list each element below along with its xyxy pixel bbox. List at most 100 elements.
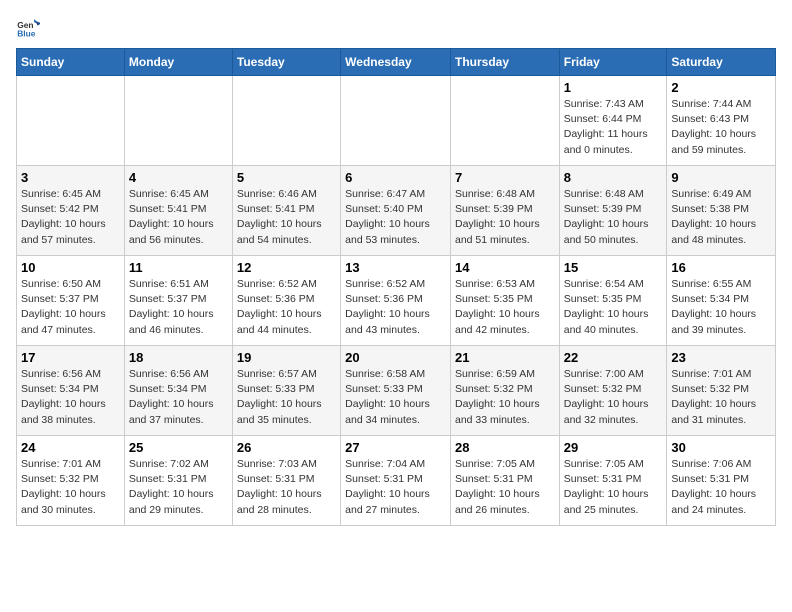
day-number: 6: [345, 170, 446, 185]
day-number: 16: [671, 260, 771, 275]
day-info: Sunrise: 7:43 AM Sunset: 6:44 PM Dayligh…: [564, 97, 663, 158]
day-number: 11: [129, 260, 228, 275]
day-info: Sunrise: 6:46 AM Sunset: 5:41 PM Dayligh…: [237, 187, 336, 248]
day-info: Sunrise: 6:55 AM Sunset: 5:34 PM Dayligh…: [671, 277, 771, 338]
day-number: 7: [455, 170, 555, 185]
week-row-2: 3 Sunrise: 6:45 AM Sunset: 5:42 PM Daylig…: [17, 166, 776, 256]
day-info: Sunrise: 6:47 AM Sunset: 5:40 PM Dayligh…: [345, 187, 446, 248]
day-cell: 23Sunrise: 7:01 AM Sunset: 5:32 PM Dayli…: [667, 346, 776, 436]
day-cell: 4 Sunrise: 6:45 AM Sunset: 5:41 PM Daylig…: [124, 166, 232, 256]
day-number: 3: [21, 170, 120, 185]
svg-text:Blue: Blue: [17, 28, 36, 38]
day-info: Sunrise: 7:05 AM Sunset: 5:31 PM Dayligh…: [564, 457, 663, 518]
day-cell: [124, 76, 232, 166]
day-cell: 3 Sunrise: 6:45 AM Sunset: 5:42 PM Daylig…: [17, 166, 125, 256]
weekday-row: SundayMondayTuesdayWednesdayThursdayFrid…: [17, 49, 776, 76]
day-cell: 2 Sunrise: 7:44 AM Sunset: 6:43 PM Daylig…: [667, 76, 776, 166]
day-cell: 28 Sunrise: 7:05 AM Sunset: 5:31 PM Dayli…: [450, 436, 559, 526]
day-cell: 6 Sunrise: 6:47 AM Sunset: 5:40 PM Daylig…: [341, 166, 451, 256]
day-info: Sunrise: 6:57 AM Sunset: 5:33 PM Dayligh…: [237, 367, 336, 428]
day-number: 13: [345, 260, 446, 275]
day-number: 4: [129, 170, 228, 185]
day-cell: 18 Sunrise: 6:56 AM Sunset: 5:34 PM Dayli…: [124, 346, 232, 436]
weekday-tuesday: Tuesday: [232, 49, 340, 76]
day-number: 26: [237, 440, 336, 455]
day-number: 1: [564, 80, 663, 95]
day-cell: 13 Sunrise: 6:52 AM Sunset: 5:36 PM Dayli…: [341, 256, 451, 346]
week-row-3: 10 Sunrise: 6:50 AM Sunset: 5:37 PM Dayli…: [17, 256, 776, 346]
day-number: 30: [671, 440, 771, 455]
weekday-saturday: Saturday: [667, 49, 776, 76]
day-info: Sunrise: 7:03 AM Sunset: 5:31 PM Dayligh…: [237, 457, 336, 518]
day-cell: 22Sunrise: 7:00 AM Sunset: 5:32 PM Dayli…: [559, 346, 667, 436]
day-info: Sunrise: 7:04 AM Sunset: 5:31 PM Dayligh…: [345, 457, 446, 518]
day-number: 28: [455, 440, 555, 455]
day-info: Sunrise: 7:06 AM Sunset: 5:31 PM Dayligh…: [671, 457, 771, 518]
day-number: 25: [129, 440, 228, 455]
day-cell: 29 Sunrise: 7:05 AM Sunset: 5:31 PM Dayli…: [559, 436, 667, 526]
day-cell: [232, 76, 340, 166]
weekday-monday: Monday: [124, 49, 232, 76]
day-number: 2: [671, 80, 771, 95]
day-info: Sunrise: 6:52 AM Sunset: 5:36 PM Dayligh…: [345, 277, 446, 338]
day-cell: 9 Sunrise: 6:49 AM Sunset: 5:38 PM Daylig…: [667, 166, 776, 256]
calendar-header: SundayMondayTuesdayWednesdayThursdayFrid…: [17, 49, 776, 76]
day-cell: 12 Sunrise: 6:52 AM Sunset: 5:36 PM Dayli…: [232, 256, 340, 346]
day-number: 10: [21, 260, 120, 275]
day-info: Sunrise: 6:59 AM Sunset: 5:32 PM Dayligh…: [455, 367, 555, 428]
day-cell: 1 Sunrise: 7:43 AM Sunset: 6:44 PM Daylig…: [559, 76, 667, 166]
day-cell: 8Sunrise: 6:48 AM Sunset: 5:39 PM Daylig…: [559, 166, 667, 256]
day-cell: 19Sunrise: 6:57 AM Sunset: 5:33 PM Dayli…: [232, 346, 340, 436]
day-info: Sunrise: 6:56 AM Sunset: 5:34 PM Dayligh…: [21, 367, 120, 428]
logo-icon: Gen Blue: [16, 16, 40, 40]
day-number: 17: [21, 350, 120, 365]
weekday-thursday: Thursday: [450, 49, 559, 76]
day-number: 9: [671, 170, 771, 185]
day-cell: 14Sunrise: 6:53 AM Sunset: 5:35 PM Dayli…: [450, 256, 559, 346]
day-cell: 5 Sunrise: 6:46 AM Sunset: 5:41 PM Daylig…: [232, 166, 340, 256]
day-number: 14: [455, 260, 555, 275]
weekday-sunday: Sunday: [17, 49, 125, 76]
weekday-friday: Friday: [559, 49, 667, 76]
calendar-table: SundayMondayTuesdayWednesdayThursdayFrid…: [16, 48, 776, 526]
day-cell: 17 Sunrise: 6:56 AM Sunset: 5:34 PM Dayli…: [17, 346, 125, 436]
day-cell: 20Sunrise: 6:58 AM Sunset: 5:33 PM Dayli…: [341, 346, 451, 436]
logo: Gen Blue: [16, 16, 44, 40]
day-cell: 7 Sunrise: 6:48 AM Sunset: 5:39 PM Daylig…: [450, 166, 559, 256]
day-info: Sunrise: 6:58 AM Sunset: 5:33 PM Dayligh…: [345, 367, 446, 428]
day-number: 23: [671, 350, 771, 365]
day-info: Sunrise: 6:49 AM Sunset: 5:38 PM Dayligh…: [671, 187, 771, 248]
day-number: 8: [564, 170, 663, 185]
day-info: Sunrise: 6:56 AM Sunset: 5:34 PM Dayligh…: [129, 367, 228, 428]
day-cell: 26 Sunrise: 7:03 AM Sunset: 5:31 PM Dayli…: [232, 436, 340, 526]
calendar-body: 1 Sunrise: 7:43 AM Sunset: 6:44 PM Daylig…: [17, 76, 776, 526]
day-cell: 24Sunrise: 7:01 AM Sunset: 5:32 PM Dayli…: [17, 436, 125, 526]
day-number: 22: [564, 350, 663, 365]
day-cell: 30 Sunrise: 7:06 AM Sunset: 5:31 PM Dayli…: [667, 436, 776, 526]
day-info: Sunrise: 6:52 AM Sunset: 5:36 PM Dayligh…: [237, 277, 336, 338]
day-info: Sunrise: 7:05 AM Sunset: 5:31 PM Dayligh…: [455, 457, 555, 518]
day-cell: 25 Sunrise: 7:02 AM Sunset: 5:31 PM Dayli…: [124, 436, 232, 526]
day-number: 5: [237, 170, 336, 185]
weekday-wednesday: Wednesday: [341, 49, 451, 76]
day-info: Sunrise: 6:45 AM Sunset: 5:42 PM Dayligh…: [21, 187, 120, 248]
day-cell: 11 Sunrise: 6:51 AM Sunset: 5:37 PM Dayli…: [124, 256, 232, 346]
day-cell: [341, 76, 451, 166]
day-number: 12: [237, 260, 336, 275]
day-number: 18: [129, 350, 228, 365]
week-row-4: 17 Sunrise: 6:56 AM Sunset: 5:34 PM Dayli…: [17, 346, 776, 436]
day-number: 29: [564, 440, 663, 455]
day-info: Sunrise: 6:48 AM Sunset: 5:39 PM Dayligh…: [455, 187, 555, 248]
day-cell: 27 Sunrise: 7:04 AM Sunset: 5:31 PM Dayli…: [341, 436, 451, 526]
day-number: 27: [345, 440, 446, 455]
day-info: Sunrise: 6:50 AM Sunset: 5:37 PM Dayligh…: [21, 277, 120, 338]
day-info: Sunrise: 6:51 AM Sunset: 5:37 PM Dayligh…: [129, 277, 228, 338]
day-cell: 10 Sunrise: 6:50 AM Sunset: 5:37 PM Dayli…: [17, 256, 125, 346]
day-info: Sunrise: 6:45 AM Sunset: 5:41 PM Dayligh…: [129, 187, 228, 248]
day-info: Sunrise: 7:02 AM Sunset: 5:31 PM Dayligh…: [129, 457, 228, 518]
day-cell: 15Sunrise: 6:54 AM Sunset: 5:35 PM Dayli…: [559, 256, 667, 346]
day-number: 24: [21, 440, 120, 455]
day-info: Sunrise: 7:44 AM Sunset: 6:43 PM Dayligh…: [671, 97, 771, 158]
day-number: 21: [455, 350, 555, 365]
day-cell: [450, 76, 559, 166]
